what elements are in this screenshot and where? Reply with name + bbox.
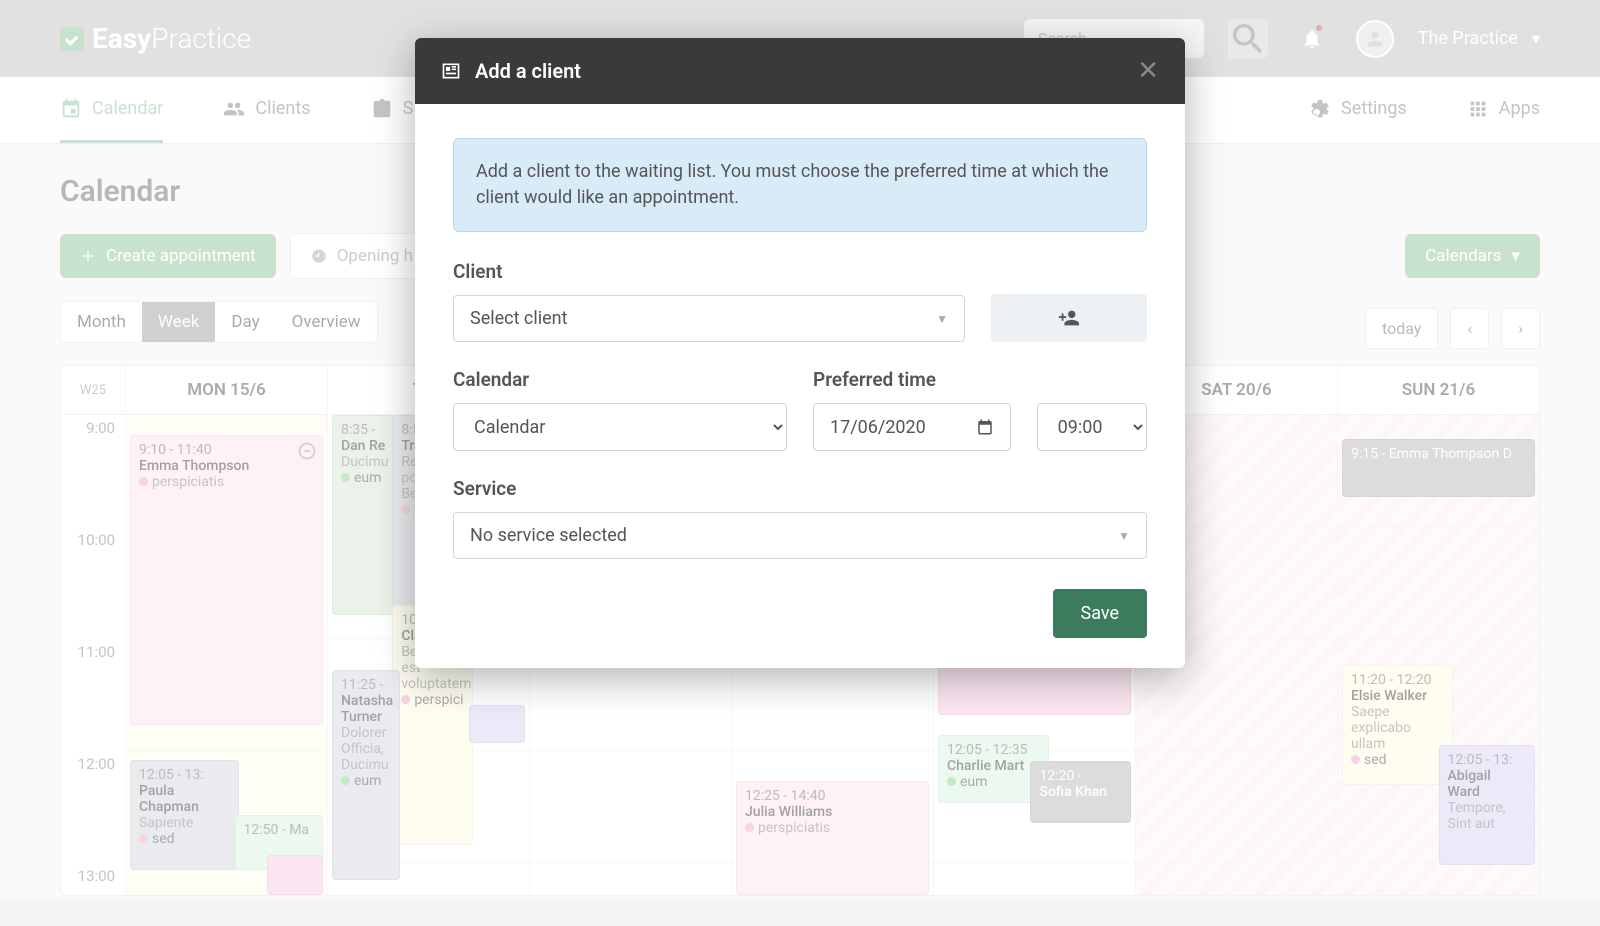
date-input[interactable]: 17/06/2020 — [813, 403, 1011, 451]
save-button[interactable]: Save — [1053, 589, 1148, 638]
preferred-time-label: Preferred time — [813, 368, 1147, 391]
chevron-down-icon: ▼ — [1118, 529, 1130, 543]
calendar-label: Calendar — [453, 368, 787, 391]
calendar-select[interactable]: Calendar — [453, 403, 787, 451]
chevron-down-icon: ▼ — [936, 312, 948, 326]
service-select[interactable]: No service selected ▼ — [453, 512, 1147, 559]
add-client-modal: Add a client ✕ Add a client to the waiti… — [415, 38, 1185, 668]
calendar-icon — [976, 418, 994, 436]
close-icon[interactable]: ✕ — [1137, 56, 1159, 86]
person-add-icon — [1058, 307, 1080, 329]
service-label: Service — [453, 477, 1147, 500]
modal-header: Add a client ✕ — [415, 38, 1185, 104]
client-label: Client — [453, 260, 965, 283]
client-select[interactable]: Select client ▼ — [453, 295, 965, 342]
time-select[interactable]: 09:00 — [1037, 403, 1147, 451]
contact-card-icon — [441, 61, 461, 81]
info-box: Add a client to the waiting list. You mu… — [453, 138, 1147, 232]
add-new-client-button[interactable] — [991, 294, 1147, 342]
modal-title: Add a client — [475, 59, 581, 83]
